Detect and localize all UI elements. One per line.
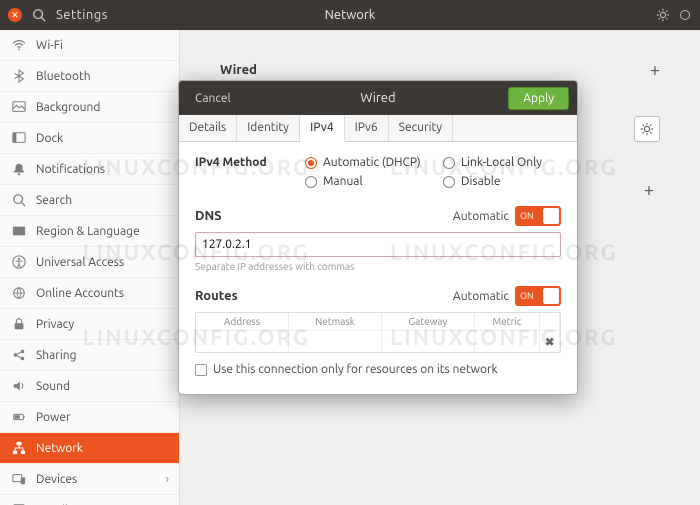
route-delete-button[interactable]: ✖: [540, 330, 560, 352]
dns-automatic-toggle[interactable]: ON: [515, 206, 561, 226]
connection-editor-dialog: Cancel Wired Apply Details Identity IPv4…: [178, 80, 578, 395]
routes-col-netmask: Netmask: [289, 313, 382, 330]
dialog-header: Cancel Wired Apply: [179, 81, 577, 115]
dns-section-label: DNS: [195, 209, 222, 223]
ipv4-method-label: IPv4 Method: [195, 156, 285, 169]
devices-icon: [12, 472, 26, 486]
routes-col-address: Address: [196, 313, 289, 330]
sidebar-item-label: Bluetooth: [36, 70, 91, 83]
sidebar-item-details[interactable]: Details ›: [0, 495, 179, 505]
sidebar-item-label: Notifications: [36, 163, 105, 176]
sidebar-item-network[interactable]: Network: [0, 433, 179, 464]
search-icon: [12, 193, 26, 207]
sidebar-item-label: Power: [36, 411, 71, 424]
tab-security[interactable]: Security: [389, 115, 453, 141]
notifications-icon: [12, 162, 26, 176]
sidebar-item-label: Region & Language: [36, 225, 140, 238]
sound-icon: [12, 379, 26, 393]
dns-input[interactable]: [195, 232, 561, 257]
settings-sidebar: Wi-Fi Bluetooth Background Dock Notifica…: [0, 30, 180, 505]
sidebar-item-privacy[interactable]: Privacy: [0, 309, 179, 340]
sharing-icon: [12, 348, 26, 362]
tab-ipv6[interactable]: IPv6: [345, 115, 389, 141]
sidebar-item-region-language[interactable]: Region & Language: [0, 216, 179, 247]
sidebar-item-bluetooth[interactable]: Bluetooth: [0, 61, 179, 92]
add-wired-button[interactable]: +: [650, 60, 660, 80]
window-header: ✕ Settings Network: [0, 0, 700, 30]
sidebar-item-universal-access[interactable]: Universal Access: [0, 247, 179, 278]
sidebar-item-devices[interactable]: Devices ›: [0, 464, 179, 495]
background-icon: [12, 100, 26, 114]
sidebar-item-online-accounts[interactable]: Online Accounts: [0, 278, 179, 309]
connection-settings-button[interactable]: [634, 116, 660, 142]
sidebar-item-label: Devices: [36, 473, 77, 486]
route-address-cell[interactable]: [196, 330, 289, 352]
sidebar-item-search[interactable]: Search: [0, 185, 179, 216]
region-language-icon: [12, 224, 26, 238]
method-automatic-radio[interactable]: Automatic (DHCP): [305, 156, 423, 169]
dock-icon: [12, 131, 26, 145]
power-icon: [12, 410, 26, 424]
dialog-tabs: Details Identity IPv4 IPv6 Security: [179, 115, 577, 142]
sidebar-item-label: Network: [36, 442, 83, 455]
method-link-local-radio[interactable]: Link-Local Only: [443, 156, 561, 169]
sidebar-item-label: Background: [36, 101, 100, 114]
wired-section-title: Wired: [220, 63, 257, 77]
sidebar-item-label: Search: [36, 194, 72, 207]
sidebar-item-sharing[interactable]: Sharing: [0, 340, 179, 371]
dialog-title: Wired: [360, 91, 395, 105]
use-only-label: Use this connection only for resources o…: [213, 363, 498, 376]
network-icon: [12, 441, 26, 455]
checkbox-icon: [195, 364, 207, 376]
route-metric-cell[interactable]: [475, 330, 540, 352]
routes-automatic-label: Automatic: [453, 290, 509, 303]
routes-automatic-toggle[interactable]: ON: [515, 286, 561, 306]
route-netmask-cell[interactable]: [289, 330, 382, 352]
online-accounts-icon: [12, 286, 26, 300]
tab-identity[interactable]: Identity: [237, 115, 300, 141]
routes-section-label: Routes: [195, 289, 238, 303]
wifi-icon: [12, 38, 26, 52]
dns-automatic-label: Automatic: [453, 210, 509, 223]
privacy-icon: [12, 317, 26, 331]
sidebar-item-background[interactable]: Background: [0, 92, 179, 123]
search-icon[interactable]: [32, 8, 46, 22]
use-only-checkbox[interactable]: Use this connection only for resources o…: [195, 363, 561, 376]
chevron-right-icon: ›: [166, 473, 169, 486]
sidebar-item-power[interactable]: Power: [0, 402, 179, 433]
sidebar-item-label: Universal Access: [36, 256, 124, 269]
tab-ipv4[interactable]: IPv4: [300, 115, 345, 142]
sidebar-item-label: Sound: [36, 380, 70, 393]
method-disable-radio[interactable]: Disable: [443, 175, 561, 188]
gear-icon: [640, 122, 654, 136]
close-icon[interactable]: ✕: [8, 8, 22, 22]
method-manual-radio[interactable]: Manual: [305, 175, 423, 188]
routes-col-gateway: Gateway: [382, 313, 475, 330]
sidebar-item-dock[interactable]: Dock: [0, 123, 179, 154]
system-gear-icon[interactable]: [656, 8, 670, 22]
window-control-icon[interactable]: [680, 10, 690, 20]
add-connection-button[interactable]: +: [644, 180, 654, 200]
sidebar-item-label: Sharing: [36, 349, 77, 362]
routes-table: Address Netmask Gateway Metric ✖: [195, 312, 561, 353]
sidebar-item-label: Online Accounts: [36, 287, 124, 300]
apply-button[interactable]: Apply: [508, 87, 569, 110]
routes-col-metric: Metric: [475, 313, 540, 330]
sidebar-item-wifi[interactable]: Wi-Fi: [0, 30, 179, 61]
app-title: Settings: [56, 8, 108, 22]
universal-access-icon: [12, 255, 26, 269]
route-gateway-cell[interactable]: [382, 330, 475, 352]
page-title: Network: [325, 8, 376, 22]
sidebar-item-label: Privacy: [36, 318, 74, 331]
tab-details[interactable]: Details: [179, 115, 237, 141]
sidebar-item-label: Wi-Fi: [36, 39, 63, 52]
sidebar-item-notifications[interactable]: Notifications: [0, 154, 179, 185]
sidebar-item-label: Dock: [36, 132, 63, 145]
dns-hint: Separate IP addresses with commas: [195, 261, 561, 272]
sidebar-item-sound[interactable]: Sound: [0, 371, 179, 402]
bluetooth-icon: [12, 69, 26, 83]
cancel-button[interactable]: Cancel: [187, 88, 239, 109]
